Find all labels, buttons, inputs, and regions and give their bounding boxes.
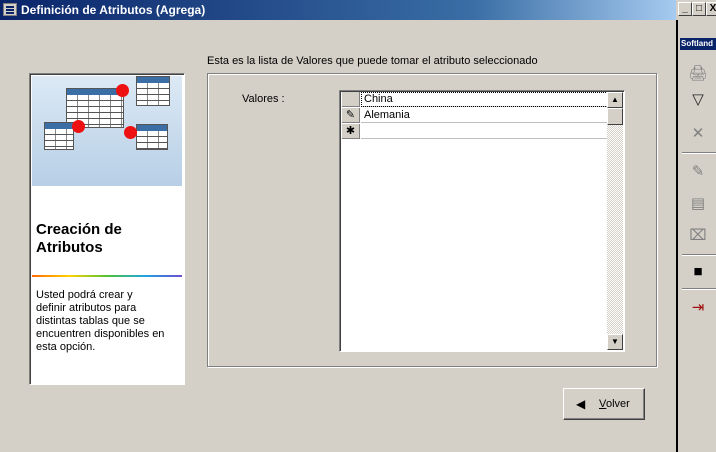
delete-icon[interactable]: ⌧ (688, 226, 708, 246)
volver-button[interactable]: ◀ V olver (563, 388, 645, 420)
maximize-button[interactable]: □ (692, 2, 706, 16)
print-icon[interactable]: 🖨 (688, 64, 708, 84)
table-row[interactable]: ✱ (342, 124, 608, 139)
vertical-scrollbar[interactable]: ▲ ▼ (607, 92, 623, 350)
window-title: Definición de Atributos (Agrega) (21, 3, 206, 17)
row-selector[interactable]: ✎ (342, 108, 360, 123)
edit-icon[interactable]: ▤ (688, 194, 708, 214)
value-cell[interactable]: Alemania (361, 108, 608, 123)
toolbar-separator (682, 152, 716, 154)
table-row[interactable]: ✎ Alemania (342, 108, 608, 123)
scroll-up-icon[interactable]: ▲ (607, 92, 623, 108)
save-icon[interactable]: ■ (688, 262, 708, 282)
toolbar-separator (682, 288, 716, 290)
value-cell[interactable]: China (361, 92, 608, 107)
instruction-text: Esta es la lista de Valores que puede to… (207, 55, 538, 67)
divider (32, 275, 182, 277)
title-bar: Definición de Atributos (Agrega) (0, 0, 676, 20)
info-title: Creación de Atributos (36, 221, 122, 256)
window-icon (3, 3, 17, 16)
window-controls: _ □ X (676, 0, 716, 20)
clear-icon[interactable]: ✕ (688, 124, 708, 144)
new-row-selector[interactable]: ✱ (342, 124, 360, 139)
back-arrow-icon: ◀ (576, 397, 586, 411)
row-selector[interactable] (342, 92, 360, 107)
filter-icon[interactable]: ▽ (688, 90, 708, 110)
minimize-button[interactable]: _ (678, 2, 692, 16)
scroll-down-icon[interactable]: ▼ (607, 334, 623, 350)
value-cell[interactable] (361, 124, 608, 139)
tables-illustration (32, 76, 182, 186)
open-icon[interactable]: ✎ (688, 162, 708, 182)
exit-icon[interactable]: ⇥ (688, 298, 708, 318)
table-row[interactable]: China (342, 92, 608, 107)
close-button[interactable]: X (706, 2, 716, 16)
toolbar-separator (682, 254, 716, 256)
info-description: Usted podrá crear y definir atributos pa… (36, 289, 165, 353)
scroll-thumb[interactable] (607, 108, 623, 125)
valores-label: Valores : (242, 93, 285, 105)
values-grid[interactable]: China ✎ Alemania ✱ (339, 90, 625, 352)
app-label: Softland (680, 38, 716, 50)
